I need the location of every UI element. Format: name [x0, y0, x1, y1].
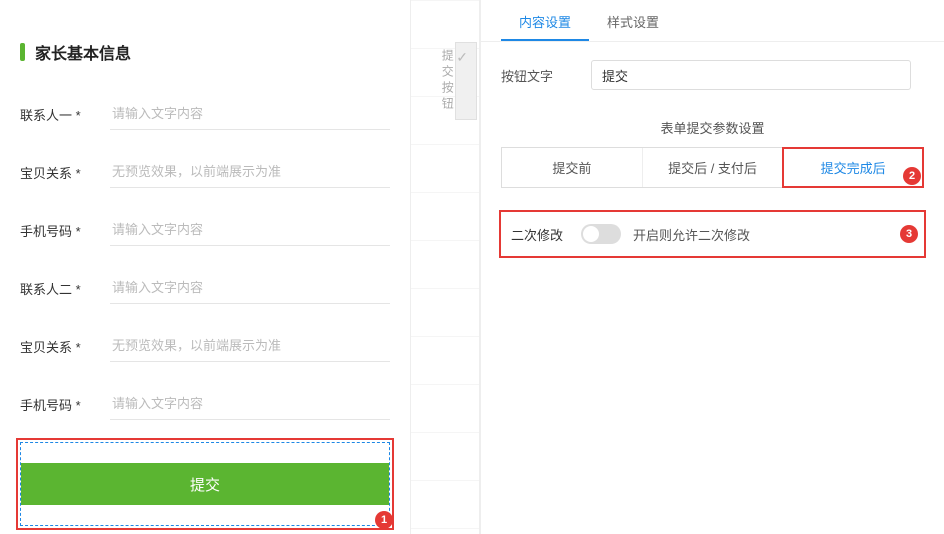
field-label-phone2: 手机号码 * [20, 395, 110, 414]
field-input-contact2[interactable] [110, 272, 390, 304]
toggle-knob [583, 226, 599, 242]
form-preview-panel: 家长基本信息 联系人一 * 宝贝关系 * 手机号码 * 联系人二 * 宝贝关系 … [0, 0, 410, 534]
side-tag-text: 提交按钮 [440, 49, 454, 113]
field-label-contact1: 联系人一 * [20, 105, 110, 124]
check-icon: ✓ [456, 49, 472, 66]
ruler-strip: ✓ 提交按钮 [410, 0, 480, 534]
field-label-phone1: 手机号码 * [20, 221, 110, 240]
submit-button[interactable]: 提交 [21, 463, 389, 505]
subtab-after-pay[interactable]: 提交后 / 支付后 [643, 148, 784, 187]
submit-phase-tabs: 提交前 提交后 / 支付后 提交完成后 2 [501, 147, 924, 188]
settings-top-tabs: 内容设置 样式设置 [481, 4, 944, 42]
subtab-complete-label: 提交完成后 [821, 161, 886, 176]
field-input-phone2[interactable] [110, 388, 390, 420]
submit-button-wrapper[interactable]: 提交 1 [20, 442, 390, 526]
tab-content-settings[interactable]: 内容设置 [501, 4, 589, 41]
subtab-complete[interactable]: 提交完成后 2 [783, 148, 923, 187]
section-title: 家长基本信息 [20, 40, 390, 64]
annotation-badge-3: 3 [900, 225, 918, 243]
tab-style-settings[interactable]: 样式设置 [589, 4, 677, 41]
button-text-label: 按钮文字 [501, 66, 591, 85]
secondary-edit-label: 二次修改 [511, 225, 563, 244]
annotation-badge-2: 2 [903, 167, 921, 185]
settings-panel: 内容设置 样式设置 按钮文字 表单提交参数设置 提交前 提交后 / 支付后 提交… [480, 0, 944, 534]
field-label-contact2: 联系人二 * [20, 279, 110, 298]
annotation-badge-1: 1 [375, 511, 393, 529]
field-label-relation1: 宝贝关系 * [20, 163, 110, 182]
field-input-phone1[interactable] [110, 214, 390, 246]
secondary-edit-toggle[interactable] [581, 224, 621, 244]
title-accent-bar [20, 43, 25, 61]
secondary-edit-option: 二次修改 开启则允许二次修改 3 [501, 212, 924, 256]
subtab-before[interactable]: 提交前 [502, 148, 643, 187]
field-label-relation2: 宝贝关系 * [20, 337, 110, 356]
submit-button-side-tag: ✓ 提交按钮 [455, 42, 477, 120]
button-text-input[interactable] [591, 60, 911, 90]
params-header: 表单提交参数设置 [481, 100, 944, 147]
field-input-contact1[interactable] [110, 98, 390, 130]
field-input-relation2[interactable] [110, 330, 390, 362]
field-input-relation1[interactable] [110, 156, 390, 188]
secondary-edit-hint: 开启则允许二次修改 [633, 225, 750, 244]
section-title-text: 家长基本信息 [35, 40, 131, 64]
